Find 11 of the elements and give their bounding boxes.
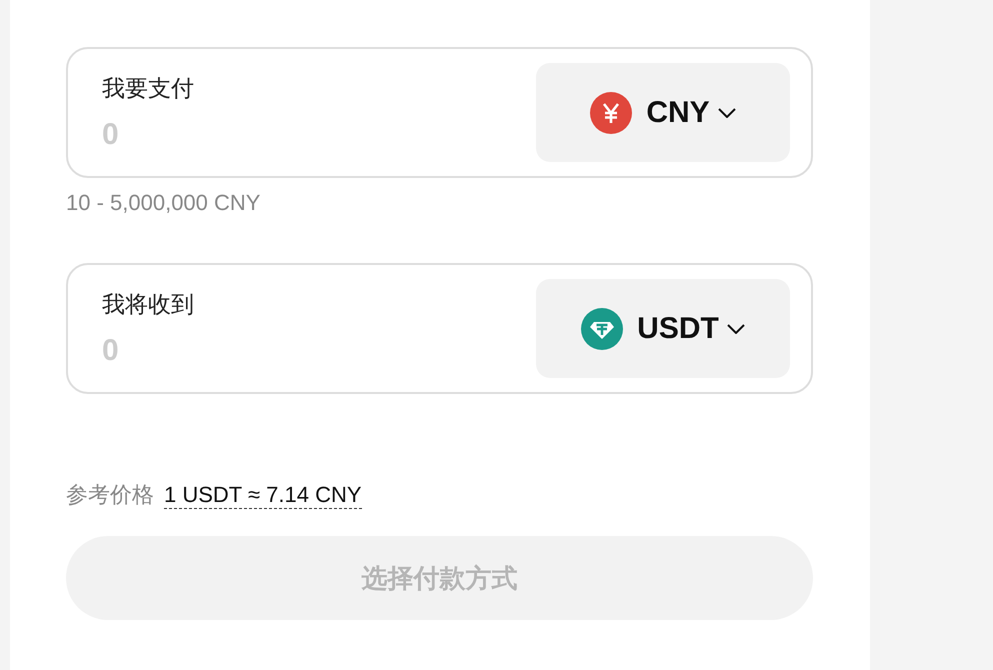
field-label: 我要支付 (102, 74, 195, 103)
field-label: 我将收到 (102, 290, 195, 319)
chevron-down-icon (726, 324, 745, 334)
tether-icon (581, 308, 624, 350)
chevron-down-icon (718, 108, 736, 118)
reference-price-label: 参考价格 (66, 481, 154, 509)
currency-selector[interactable]: CNY (536, 63, 790, 162)
yen-icon (590, 92, 632, 134)
currency-selector[interactable]: USDT (536, 279, 790, 378)
amount-range: 10 - 5,000,000 CNY (66, 190, 262, 216)
reference-price: 1 USDT ≈ 7.14 CNY (164, 482, 362, 509)
